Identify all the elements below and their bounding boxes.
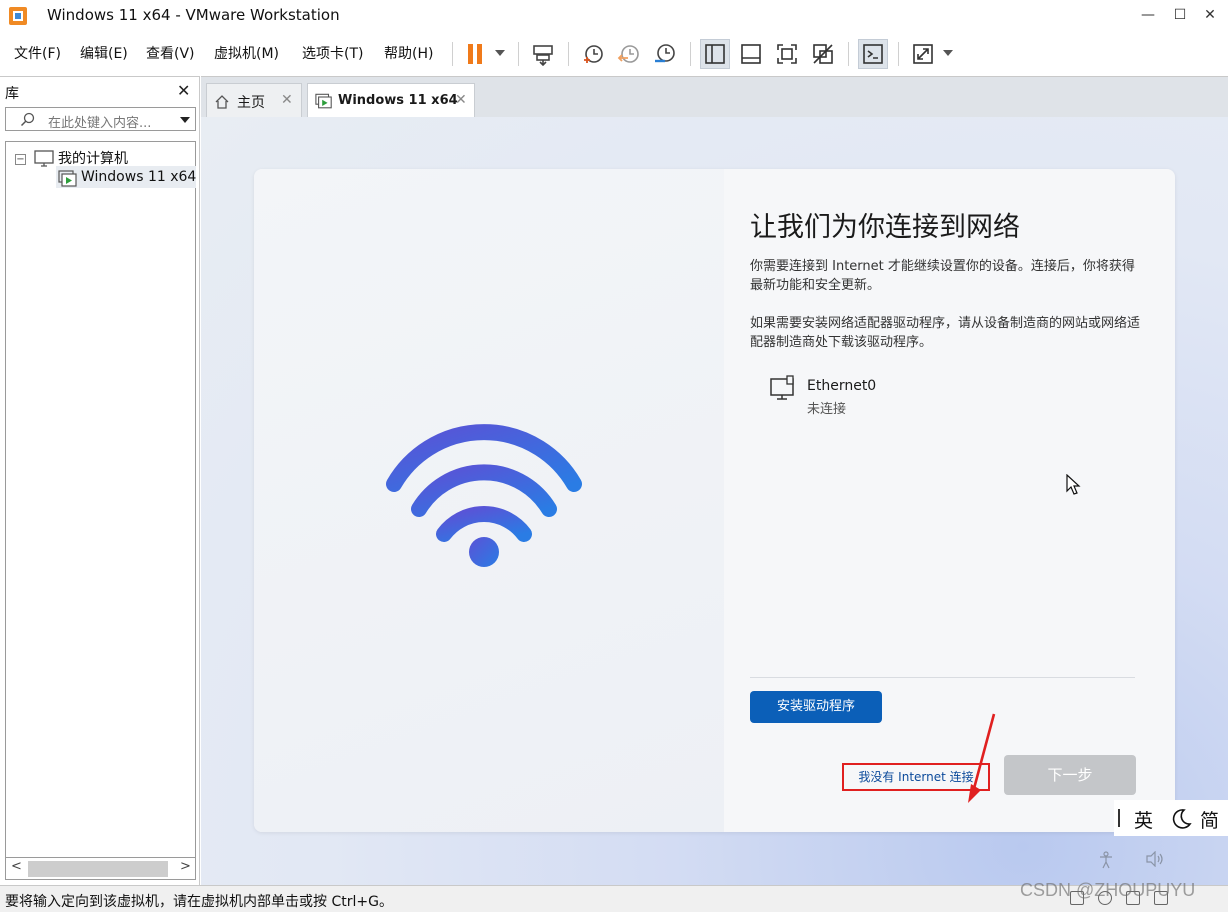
- library-search-input[interactable]: 在此处键入内容...: [5, 107, 196, 131]
- tree-item-my-computer[interactable]: 我的计算机: [58, 148, 128, 168]
- network-status: 未连接: [807, 402, 847, 417]
- menu-view[interactable]: 查看(V): [146, 43, 195, 63]
- stretch-icon: [913, 44, 933, 64]
- menu-tabs[interactable]: 选项卡(T): [302, 43, 363, 63]
- tree-expander[interactable]: −: [15, 154, 26, 165]
- library-horizontal-scrollbar[interactable]: < >: [5, 858, 196, 880]
- library-view-icon: [705, 44, 725, 64]
- stretch-dropdown-icon[interactable]: [943, 50, 953, 56]
- oobe-divider: [750, 677, 1135, 678]
- pause-button[interactable]: [460, 39, 490, 69]
- ime-toolbar: 英 简: [1114, 800, 1228, 836]
- pause-icon: [468, 44, 482, 64]
- ime-language-toggle[interactable]: 英: [1134, 806, 1153, 833]
- stretch-guest-button[interactable]: [908, 39, 938, 69]
- menu-vm[interactable]: 虚拟机(M): [214, 43, 279, 63]
- oobe-description-1: 你需要连接到 Internet 才能继续设置你的设备。连接后，你将获得最新功能和…: [750, 259, 1135, 293]
- search-icon: [20, 112, 35, 127]
- tab-windows-11-label: Windows 11 x64: [338, 93, 458, 108]
- revert-snapshot-button[interactable]: [614, 39, 644, 69]
- snapshot-take-icon: [584, 45, 603, 63]
- install-drivers-button[interactable]: 安装驱动程序: [750, 691, 882, 723]
- send-ctrl-alt-del-button[interactable]: [528, 39, 558, 69]
- thumbnail-view-icon: [741, 44, 761, 64]
- menu-edit[interactable]: 编辑(E): [80, 43, 128, 63]
- toolbar-separator: [690, 42, 691, 66]
- fullscreen-button[interactable]: [772, 39, 802, 69]
- menu-file[interactable]: 文件(F): [14, 43, 61, 63]
- oobe-dialog: 让我们为你连接到网络 你需要连接到 Internet 才能继续设置你的设备。连接…: [254, 169, 1175, 832]
- next-button[interactable]: 下一步: [1004, 755, 1136, 795]
- ime-separator: [1118, 809, 1120, 827]
- tree-item-vm[interactable]: Windows 11 x64: [81, 169, 196, 185]
- accessibility-icon[interactable]: [1098, 851, 1114, 869]
- library-close-icon[interactable]: ✕: [177, 81, 190, 100]
- scroll-left-icon[interactable]: <: [11, 859, 22, 874]
- moon-icon[interactable]: [1170, 808, 1192, 830]
- status-message: 要将输入定向到该虚拟机，请在虚拟机内部单击或按 Ctrl+G。: [5, 894, 393, 910]
- vm-running-icon: [58, 170, 77, 187]
- search-dropdown-icon[interactable]: [180, 117, 190, 123]
- toolbar-separator: [518, 42, 519, 66]
- fullscreen-icon: [777, 44, 797, 64]
- unity-button[interactable]: [808, 39, 838, 69]
- ime-script-toggle[interactable]: 简: [1200, 806, 1219, 833]
- send-keys-icon: [533, 45, 553, 66]
- take-snapshot-button[interactable]: [578, 39, 608, 69]
- annotation-arrow-icon: [968, 713, 996, 803]
- snapshot-manager-icon: [655, 44, 675, 63]
- mouse-cursor-icon: [1066, 474, 1081, 495]
- home-icon: [215, 95, 229, 109]
- network-adapter-name[interactable]: Ethernet0: [807, 378, 876, 394]
- search-placeholder: 在此处键入内容...: [48, 116, 152, 131]
- ethernet-icon: [770, 375, 794, 400]
- vm-running-icon: [315, 93, 332, 109]
- toolbar-separator: [848, 42, 849, 66]
- tab-home-close-icon[interactable]: ✕: [281, 92, 293, 108]
- console-view-button[interactable]: [858, 39, 888, 69]
- toolbar-separator: [898, 42, 899, 66]
- vmware-logo-icon: [9, 7, 27, 25]
- tab-windows-11-close-icon[interactable]: ✕: [455, 92, 467, 108]
- watermark: CSDN @ZHOUPUYU: [1020, 880, 1196, 900]
- pause-dropdown-icon[interactable]: [495, 50, 505, 56]
- scrollbar-thumb[interactable]: [28, 861, 168, 877]
- menu-toolbar: 文件(F) 编辑(E) 查看(V) 虚拟机(M) 选项卡(T) 帮助(H): [0, 32, 1228, 74]
- menu-help[interactable]: 帮助(H): [384, 43, 433, 63]
- tab-windows-11[interactable]: Windows 11 x64 ✕: [307, 83, 475, 118]
- tab-home[interactable]: 主页 ✕: [206, 83, 302, 118]
- minimize-button[interactable]: —: [1136, 4, 1160, 26]
- wifi-icon: [386, 424, 582, 567]
- snapshot-manager-button[interactable]: [650, 39, 680, 69]
- library-tree: − 我的计算机 Windows 11 x64: [5, 141, 196, 858]
- toolbar-separator: [452, 42, 453, 66]
- scroll-right-icon[interactable]: >: [180, 859, 191, 874]
- window-title: Windows 11 x64 - VMware Workstation: [47, 6, 340, 24]
- unity-icon: [813, 44, 833, 64]
- title-bar: Windows 11 x64 - VMware Workstation — ☐ …: [0, 0, 1228, 32]
- volume-icon[interactable]: [1145, 851, 1165, 867]
- library-title: 库: [5, 86, 19, 102]
- snapshot-revert-icon: [617, 45, 639, 63]
- oobe-title: 让我们为你连接到网络: [750, 212, 1020, 243]
- tab-home-label: 主页: [237, 95, 265, 111]
- oobe-description-2: 如果需要安装网络适配器驱动程序，请从设备制造商的网站或网络适配器制造商处下载该驱…: [750, 316, 1141, 350]
- tab-strip: 主页 ✕ Windows 11 x64 ✕: [201, 76, 1228, 118]
- library-panel: 库 ✕ 在此处键入内容... − 我的计算机 Windows 11 x64 < …: [0, 76, 200, 885]
- console-icon: [863, 44, 883, 64]
- thumbnail-bar-button[interactable]: [736, 39, 766, 69]
- close-button[interactable]: ✕: [1198, 4, 1222, 26]
- vm-console[interactable]: 让我们为你连接到网络 你需要连接到 Internet 才能继续设置你的设备。连接…: [201, 117, 1228, 885]
- toolbar-separator: [568, 42, 569, 66]
- maximize-button[interactable]: ☐: [1168, 4, 1192, 26]
- computer-icon: [34, 150, 54, 167]
- show-library-button[interactable]: [700, 39, 730, 69]
